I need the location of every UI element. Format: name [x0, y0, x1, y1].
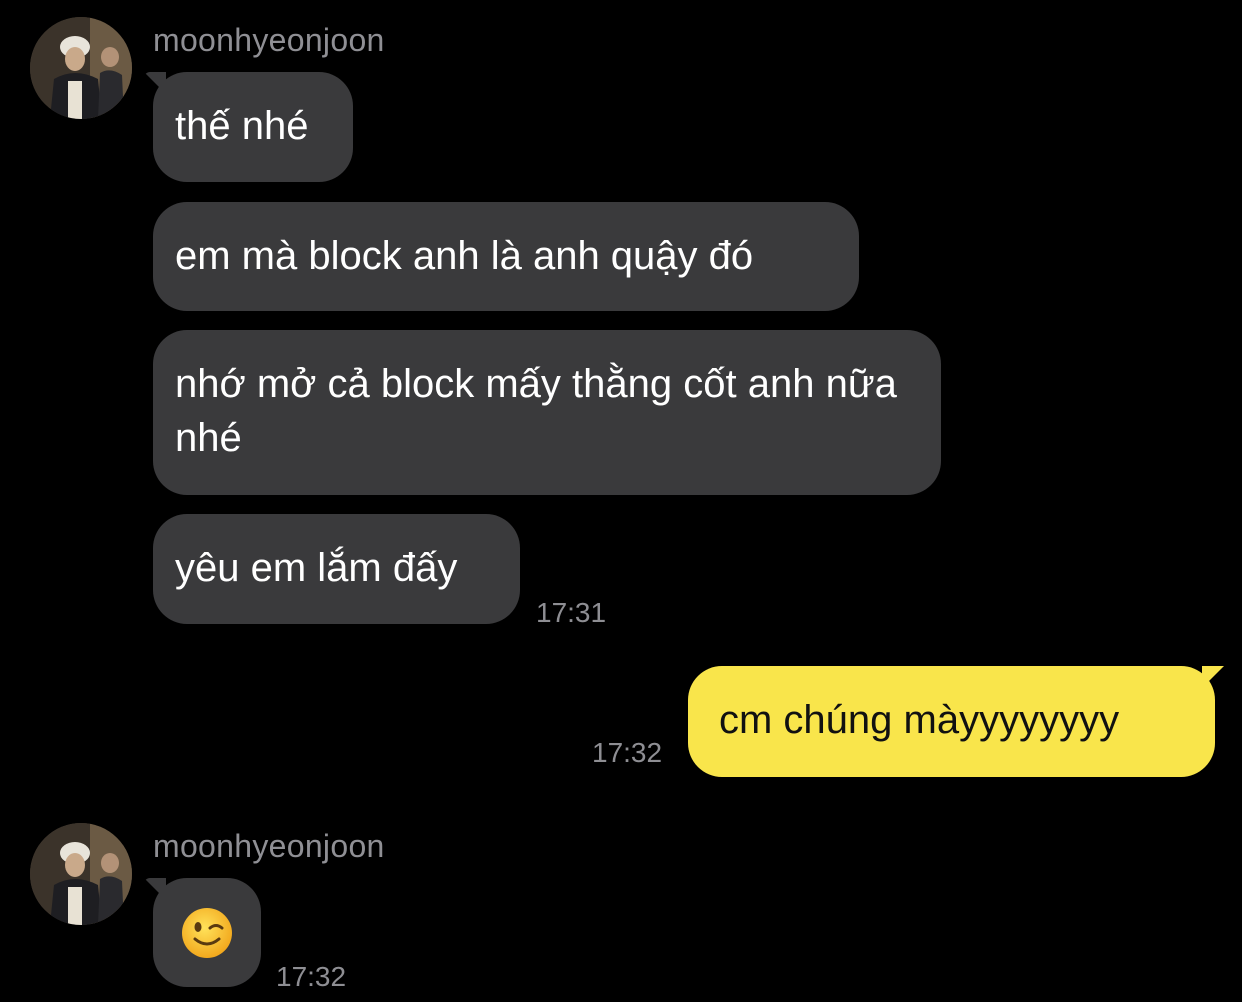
message-bubble[interactable]: thế nhé	[153, 72, 353, 182]
message-text: em mà block anh là anh quậy đó	[175, 234, 754, 278]
profile-photo-icon	[30, 17, 132, 119]
message-bubble[interactable]: em mà block anh là anh quậy đó	[153, 202, 859, 311]
sender-avatar[interactable]	[30, 17, 132, 119]
sender-avatar[interactable]	[30, 823, 132, 925]
message-text: thế nhé	[175, 104, 309, 148]
message-text: nhớ mở cả block mấy thằng cốt anh nữa nh…	[175, 362, 897, 460]
message-timestamp: 17:32	[592, 737, 663, 768]
winking-face-emoji-icon	[182, 908, 232, 959]
message-bubble[interactable]: yêu em lắm đấy	[153, 514, 520, 624]
message-text: yêu em lắm đấy	[175, 546, 458, 590]
message-timestamp: 17:31	[536, 597, 607, 628]
message-timestamp: 17:32	[276, 961, 347, 992]
message-bubble[interactable]	[153, 878, 261, 987]
sender-name: moonhyeonjoon	[153, 22, 385, 58]
message-bubble[interactable]: nhớ mở cả block mấy thằng cốt anh nữa nh…	[153, 330, 941, 495]
sender-name: moonhyeonjoon	[153, 828, 385, 864]
profile-photo-icon	[30, 823, 132, 925]
message-text: cm chúng màyyyyyyyy	[719, 698, 1120, 742]
outgoing-message-bubble[interactable]: cm chúng màyyyyyyyy	[688, 666, 1215, 777]
